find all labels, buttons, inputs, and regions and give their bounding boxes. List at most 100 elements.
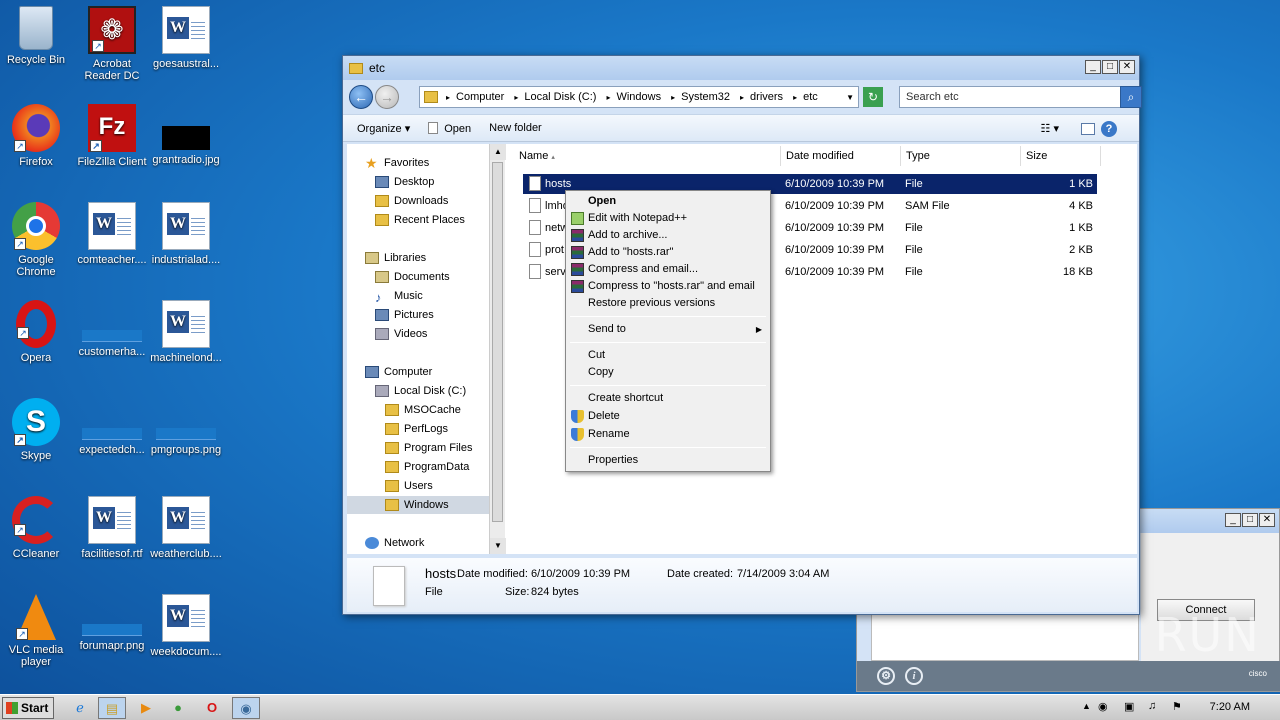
menu-send-to[interactable]: Send to ▶ [568, 321, 768, 338]
ie-icon[interactable]: ℯ [66, 697, 94, 719]
desktop-icon-weatherclub[interactable]: weatherclub.... [148, 496, 224, 560]
address-bar[interactable]: ▸ Computer ▸ Local Disk (C:) ▸ Windows ▸… [419, 86, 859, 108]
breadcrumb-windows[interactable]: Windows [616, 91, 661, 103]
menu-compress-rar-email[interactable]: Compress to "hosts.rar" and email [568, 278, 768, 295]
nav-desktop[interactable]: Desktop [375, 173, 434, 191]
nav-libraries[interactable]: Libraries [365, 249, 426, 267]
nav-network[interactable]: Network [365, 534, 424, 552]
info-icon[interactable]: i [905, 667, 923, 685]
nav-scrollbar[interactable]: ▲ ▼ [489, 144, 506, 554]
breadcrumb-system32[interactable]: System32 [681, 91, 730, 103]
close-icon[interactable]: ✕ [1119, 60, 1135, 74]
menu-add-archive[interactable]: Add to archive... [568, 227, 768, 244]
menu-create-shortcut[interactable]: Create shortcut [568, 390, 768, 407]
menu-rename[interactable]: Rename [568, 426, 768, 443]
menu-copy[interactable]: Copy [568, 364, 768, 381]
start-button[interactable]: Start [2, 697, 54, 719]
tray-expand-icon[interactable]: ▲ [1082, 701, 1091, 711]
scroll-down-icon[interactable]: ▼ [490, 538, 506, 554]
nav-videos[interactable]: Videos [375, 325, 427, 343]
scroll-thumb[interactable] [492, 162, 503, 522]
cisco-taskbar-icon[interactable]: ◉ [232, 697, 260, 719]
preview-pane-icon[interactable] [1081, 123, 1095, 135]
nav-favorites[interactable]: ★ Favorites [365, 154, 429, 172]
nav-computer[interactable]: Computer [365, 363, 432, 381]
window-titlebar[interactable]: etc [343, 56, 1139, 80]
nav-program-files[interactable]: Program Files [385, 439, 472, 457]
search-input[interactable]: Search etc ⌕ [899, 86, 1142, 108]
desktop-icon-vlc[interactable]: ↗ VLC media player [0, 594, 74, 668]
desktop-icon-pmgroups[interactable]: pmgroups.png [148, 398, 224, 456]
new-folder-button[interactable]: New folder [489, 122, 542, 134]
help-icon[interactable]: ? [1101, 121, 1117, 137]
menu-delete[interactable]: Delete [568, 408, 768, 425]
desktop-icon-goesaustral[interactable]: goesaustral... [148, 6, 224, 70]
menu-compress-email[interactable]: Compress and email... [568, 261, 768, 278]
breadcrumb-computer[interactable]: Computer [456, 91, 504, 103]
minimize-icon[interactable]: _ [1085, 60, 1101, 74]
gear-icon[interactable]: ⚙ [877, 667, 895, 685]
menu-properties[interactable]: Properties [568, 452, 768, 469]
breadcrumb-etc[interactable]: etc [803, 91, 818, 103]
nav-users[interactable]: Users [385, 477, 433, 495]
back-button[interactable]: ← [349, 85, 373, 109]
chrome-taskbar-icon[interactable]: ● [164, 697, 192, 719]
open-button[interactable]: Open [428, 121, 471, 135]
desktop-icon-comteacher[interactable]: comteacher.... [74, 202, 150, 266]
column-name[interactable]: Name ▴ [509, 146, 781, 166]
scroll-up-icon[interactable]: ▲ [490, 144, 506, 160]
nav-local-disk[interactable]: Local Disk (C:) [375, 382, 466, 400]
menu-add-rar[interactable]: Add to "hosts.rar" [568, 244, 768, 261]
menu-open[interactable]: Open [568, 193, 768, 210]
nav-downloads[interactable]: Downloads [375, 192, 448, 210]
nav-recent-places[interactable]: Recent Places [375, 211, 465, 229]
nav-msocache[interactable]: MSOCache [385, 401, 461, 419]
network-tray-icon[interactable]: ▣ [1124, 700, 1134, 713]
menu-edit-notepad[interactable]: Edit with Notepad++ [568, 210, 768, 227]
nav-windows[interactable]: Windows [347, 496, 489, 514]
nav-pictures[interactable]: Pictures [375, 306, 434, 324]
desktop-icon-customerha[interactable]: customerha... [74, 300, 150, 358]
close-icon[interactable]: ✕ [1259, 513, 1275, 527]
column-date[interactable]: Date modified [781, 146, 901, 166]
nav-perflogs[interactable]: PerfLogs [385, 420, 448, 438]
forward-button[interactable]: → [375, 85, 399, 109]
maximize-icon[interactable]: □ [1102, 60, 1118, 74]
menu-restore[interactable]: Restore previous versions [568, 295, 768, 312]
maximize-icon[interactable]: □ [1242, 513, 1258, 527]
search-icon[interactable]: ⌕ [1120, 86, 1142, 108]
desktop-icon-ccleaner[interactable]: ↗ CCleaner [0, 496, 74, 560]
refresh-button[interactable]: ↻ [863, 87, 883, 107]
explorer-taskbar-icon[interactable]: ▤ [98, 697, 126, 719]
nav-programdata[interactable]: ProgramData [385, 458, 469, 476]
desktop-icon-grantradio[interactable]: grantradio.jpg [148, 104, 224, 166]
desktop-icon-recycle-bin[interactable]: Recycle Bin [0, 6, 74, 66]
nav-music[interactable]: ♪ Music [375, 287, 423, 305]
action-center-icon[interactable]: ⚑ [1172, 700, 1182, 713]
desktop-icon-skype[interactable]: S ↗ Skype [0, 398, 74, 462]
desktop-icon-machinelond[interactable]: machinelond... [148, 300, 224, 364]
desktop-icon-chrome[interactable]: ↗ Google Chrome [0, 202, 74, 278]
volume-icon[interactable]: ♫ [1148, 700, 1156, 712]
desktop-icon-facilitiesof[interactable]: facilitiesof.rtf [74, 496, 150, 560]
nav-documents[interactable]: Documents [375, 268, 450, 286]
desktop-icon-opera[interactable]: ↗ Opera [0, 300, 74, 364]
opera-taskbar-icon[interactable]: O [198, 697, 226, 719]
desktop-icon-filezilla[interactable]: Fz ↗ FileZilla Client [74, 104, 150, 168]
organize-button[interactable]: Organize ▾ [357, 122, 410, 135]
clock[interactable]: 7:20 AM [1210, 701, 1250, 713]
view-options-icon[interactable]: ☷ ▾ [1041, 122, 1059, 135]
desktop-icon-weekdocum[interactable]: weekdocum.... [148, 594, 224, 658]
column-type[interactable]: Type [901, 146, 1021, 166]
breadcrumb-drivers[interactable]: drivers [750, 91, 783, 103]
desktop-icon-industrialad[interactable]: industrialad.... [148, 202, 224, 266]
desktop-icon-forumapr[interactable]: forumapr.png [74, 594, 150, 652]
desktop-icon-acrobat[interactable]: ❁ ↗ Acrobat Reader DC [74, 6, 150, 82]
network-status-icon[interactable]: ◉ [1098, 700, 1108, 713]
minimize-icon[interactable]: _ [1225, 513, 1241, 527]
chevron-down-icon[interactable]: ▼ [846, 93, 854, 102]
desktop-icon-expectedch[interactable]: expectedch... [74, 398, 150, 456]
media-player-icon[interactable]: ▶ [132, 697, 160, 719]
menu-cut[interactable]: Cut [568, 347, 768, 364]
breadcrumb-local-disk[interactable]: Local Disk (C:) [524, 91, 596, 103]
